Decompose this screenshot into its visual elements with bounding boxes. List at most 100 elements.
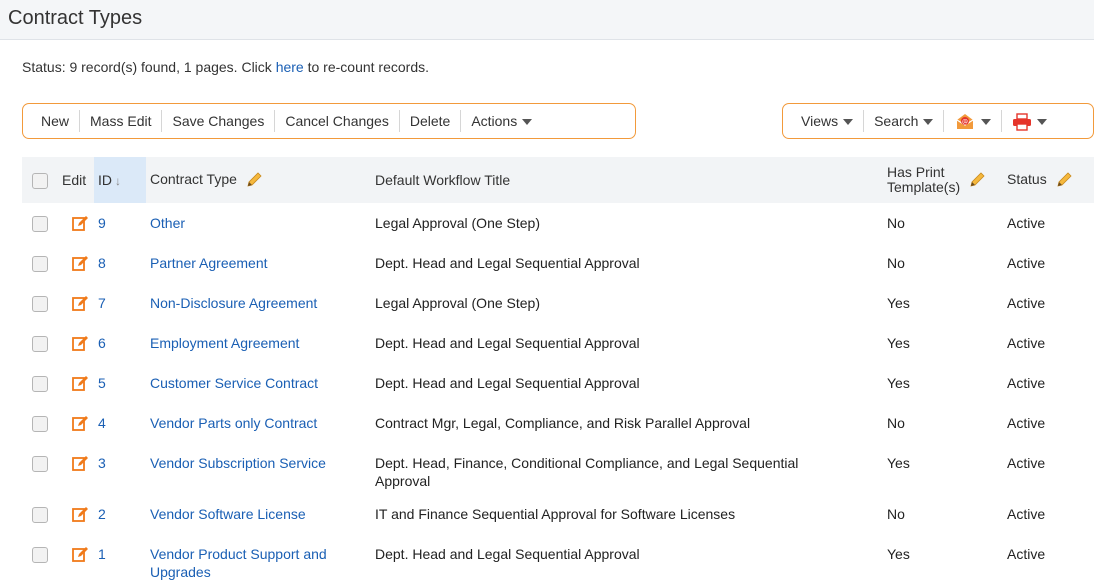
edit-icon[interactable] xyxy=(72,335,88,356)
email-menu[interactable]: @ xyxy=(944,110,1003,132)
edit-icon[interactable] xyxy=(72,546,88,567)
row-edit-cell xyxy=(58,363,94,403)
row-checkbox[interactable] xyxy=(32,216,48,232)
contract-type-link[interactable]: Customer Service Contract xyxy=(150,375,318,391)
row-select-cell xyxy=(22,534,58,585)
row-checkbox[interactable] xyxy=(32,376,48,392)
row-checkbox[interactable] xyxy=(32,296,48,312)
row-checkbox[interactable] xyxy=(32,456,48,472)
contract-type-link[interactable]: Employment Agreement xyxy=(150,335,299,351)
print-template-value: No xyxy=(887,506,905,522)
save-changes-button[interactable]: Save Changes xyxy=(162,110,276,132)
row-checkbox[interactable] xyxy=(32,547,48,563)
table-row: 4 Vendor Parts only Contract Contract Mgr,… xyxy=(22,403,1094,443)
recount-link[interactable]: here xyxy=(276,59,304,75)
id-header-label: ID xyxy=(98,172,112,188)
status-value: Active xyxy=(1007,455,1046,471)
contract-type-link[interactable]: Partner Agreement xyxy=(150,255,268,271)
pencil-icon xyxy=(970,172,985,187)
contract-type-header-label: Contract Type xyxy=(150,170,237,187)
contract-type-column-header[interactable]: Contract Type xyxy=(146,157,371,203)
row-workflow-cell: Legal Approval (One Step) xyxy=(371,283,883,323)
workflow-text: Contract Mgr, Legal, Compliance, and Ris… xyxy=(375,415,751,431)
status-value: Active xyxy=(1007,415,1046,431)
row-id-link[interactable]: 6 xyxy=(98,335,106,351)
print-menu[interactable] xyxy=(1002,110,1057,132)
workflow-text: Dept. Head and Legal Sequential Approval xyxy=(375,255,640,271)
row-id-link[interactable]: 3 xyxy=(98,455,106,471)
row-status-cell: Active xyxy=(1003,203,1094,243)
page-header: Contract Types xyxy=(0,0,1094,40)
row-checkbox[interactable] xyxy=(32,507,48,523)
contract-type-link[interactable]: Vendor Parts only Contract xyxy=(150,415,317,431)
row-workflow-cell: Dept. Head, Finance, Conditional Complia… xyxy=(371,443,883,494)
contract-type-text: Customer Service Contract xyxy=(150,375,319,391)
row-id-cell: 9 xyxy=(94,203,146,243)
id-column-header[interactable]: ID ↓ xyxy=(94,157,146,203)
row-print-cell: Yes xyxy=(883,363,1003,403)
edit-icon[interactable] xyxy=(72,375,88,396)
table-row: 7 Non-Disclosure Agreement Legal Approval … xyxy=(22,283,1094,323)
chevron-down-icon xyxy=(843,119,854,126)
contract-type-text: Employment Agreement xyxy=(150,335,300,351)
contract-type-link[interactable]: Vendor Subscription Service xyxy=(150,455,326,471)
views-menu[interactable]: Views xyxy=(783,110,865,132)
search-menu[interactable]: Search xyxy=(864,110,945,132)
row-id-link[interactable]: 7 xyxy=(98,295,106,311)
email-icon: @ xyxy=(957,114,974,130)
cancel-changes-button[interactable]: Cancel Changes xyxy=(275,110,400,132)
workflow-text: Dept. Head and Legal Sequential Approval xyxy=(375,335,640,351)
row-id-link[interactable]: 4 xyxy=(98,415,106,431)
row-print-cell: No xyxy=(883,243,1003,283)
chevron-down-icon xyxy=(981,119,992,126)
table-row: 3 Vendor Subscription Service Dept. Head, … xyxy=(22,443,1094,494)
print-header-label-2: Template(s) xyxy=(887,179,961,195)
contract-type-link[interactable]: Non-Disclosure Agreement xyxy=(150,295,317,311)
row-id-link[interactable]: 2 xyxy=(98,506,106,522)
row-checkbox[interactable] xyxy=(32,256,48,272)
edit-icon[interactable] xyxy=(72,415,88,436)
status-value: Active xyxy=(1007,255,1046,271)
delete-button[interactable]: Delete xyxy=(400,110,462,132)
edit-icon[interactable] xyxy=(72,295,88,316)
edit-icon[interactable] xyxy=(72,455,88,476)
row-id-cell: 4 xyxy=(94,403,146,443)
row-workflow-cell: Dept. Head and Legal Sequential Approval xyxy=(371,534,883,585)
contract-type-text: Other xyxy=(150,215,186,231)
row-print-cell: No xyxy=(883,494,1003,534)
row-id-link[interactable]: 5 xyxy=(98,375,106,391)
mass-edit-button[interactable]: Mass Edit xyxy=(80,110,163,132)
print-header-label-1: Has Print xyxy=(887,164,945,180)
row-edit-cell xyxy=(58,443,94,494)
edit-icon[interactable] xyxy=(72,215,88,236)
search-label: Search xyxy=(874,113,919,129)
new-button[interactable]: New xyxy=(23,110,81,132)
contract-type-link[interactable]: Other xyxy=(150,215,185,231)
contract-type-text: Non-Disclosure Agreement xyxy=(150,295,318,311)
row-checkbox[interactable] xyxy=(32,336,48,352)
workflow-column-header[interactable]: Default Workflow Title xyxy=(371,157,883,203)
row-checkbox[interactable] xyxy=(32,416,48,432)
contract-type-text-cont: Upgrades xyxy=(150,564,211,580)
status-text: Status: 9 record(s) found, 1 pages. Clic… xyxy=(22,59,276,75)
row-id-link[interactable]: 9 xyxy=(98,215,106,231)
row-id-link[interactable]: 1 xyxy=(98,546,106,562)
row-id-link[interactable]: 8 xyxy=(98,255,106,271)
select-all-checkbox[interactable] xyxy=(32,172,48,189)
status-line: Status: 9 record(s) found, 1 pages. Clic… xyxy=(22,59,429,75)
print-template-value: Yes xyxy=(887,335,910,351)
print-template-value: Yes xyxy=(887,546,910,562)
workflow-text: Dept. Head, Finance, Conditional Complia… xyxy=(375,455,799,471)
contract-type-link[interactable]: Vendor Product Support and Upgrades xyxy=(150,546,327,580)
table-row: 8 Partner Agreement Dept. Head and Legal S… xyxy=(22,243,1094,283)
contract-type-link[interactable]: Vendor Software License xyxy=(150,506,306,522)
print-template-value: Yes xyxy=(887,455,910,471)
edit-icon[interactable] xyxy=(72,506,88,527)
row-edit-cell xyxy=(58,323,94,363)
edit-icon[interactable] xyxy=(72,255,88,276)
row-id-cell: 5 xyxy=(94,363,146,403)
actions-menu[interactable]: Actions xyxy=(461,110,542,132)
status-column-header[interactable]: Status xyxy=(1003,157,1094,203)
row-status-cell: Active xyxy=(1003,443,1094,494)
print-template-column-header[interactable]: Has Print Template(s) xyxy=(883,157,1003,203)
